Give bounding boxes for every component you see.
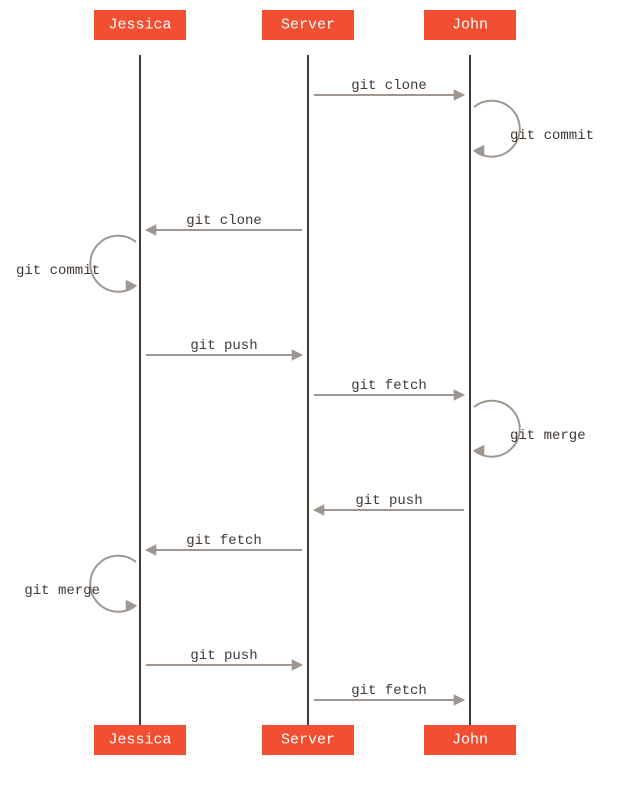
actor-label: Jessica xyxy=(108,732,171,749)
message-8: git fetch xyxy=(146,533,302,555)
actor-label: Server xyxy=(281,17,335,34)
message-10: git push xyxy=(146,648,302,670)
message-3: git commit xyxy=(16,236,136,292)
actor-bottom-server: Server xyxy=(262,725,354,755)
message-label: git merge xyxy=(24,583,100,599)
message-4: git push xyxy=(146,338,302,360)
actor-top-server: Server xyxy=(262,10,354,40)
message-label: git commit xyxy=(16,263,100,279)
message-6: git merge xyxy=(474,401,586,457)
message-label: git commit xyxy=(510,128,594,144)
actor-label: Server xyxy=(281,732,335,749)
message-9: git merge xyxy=(24,556,136,612)
message-5: git fetch xyxy=(314,378,464,400)
message-1: git commit xyxy=(474,101,594,157)
message-label: git push xyxy=(190,338,257,354)
actor-top-jessica: Jessica xyxy=(94,10,186,40)
actor-bottom-jessica: Jessica xyxy=(94,725,186,755)
message-label: git fetch xyxy=(351,378,427,394)
actor-label: Jessica xyxy=(108,17,171,34)
message-label: git merge xyxy=(510,428,586,444)
message-label: git clone xyxy=(351,78,427,94)
sequence-diagram: git clone git commit git clone git commit gi… xyxy=(0,0,627,800)
message-2: git clone xyxy=(146,213,302,235)
actor-label: John xyxy=(452,17,488,34)
message-label: git fetch xyxy=(351,683,427,699)
message-label: git fetch xyxy=(186,533,262,549)
message-label: git push xyxy=(355,493,422,509)
actor-bottom-john: John xyxy=(424,725,516,755)
actor-top-john: John xyxy=(424,10,516,40)
message-11: git fetch xyxy=(314,683,464,705)
message-label: git clone xyxy=(186,213,262,229)
message-label: git push xyxy=(190,648,257,664)
actor-label: John xyxy=(452,732,488,749)
message-7: git push xyxy=(314,493,464,515)
message-0: git clone xyxy=(314,78,464,100)
